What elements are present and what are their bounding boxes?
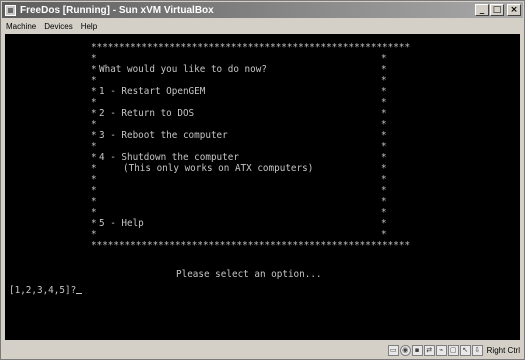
option-reboot: 3 - Reboot the computer — [99, 130, 228, 141]
host-key-label: Right Ctrl — [486, 346, 520, 355]
caption-buttons: _ □ × — [475, 4, 521, 16]
border-left-char: * — [91, 64, 97, 75]
floppy-icon[interactable]: ▪ — [411, 345, 423, 356]
border-right-char: * — [381, 75, 387, 86]
option-shutdown-note: (This only works on ATX computers) — [123, 163, 314, 174]
border-right-char: * — [381, 185, 387, 196]
menu-help[interactable]: Help — [77, 22, 101, 31]
border-right-char: * — [381, 108, 387, 119]
status-bar: ▭ ◉ ▪ ⇄ ⌁ ▢ ↖ ⇩ Right Ctrl — [2, 342, 523, 359]
border-right-char: * — [381, 141, 387, 152]
border-left-char: * — [91, 163, 97, 174]
shared-folder-icon[interactable]: ▢ — [447, 345, 459, 356]
usb-icon[interactable]: ⌁ — [435, 345, 447, 356]
option-return-to-dos: 2 - Return to DOS — [99, 108, 195, 119]
window-title: FreeDos [Running] - Sun xVM VirtualBox — [20, 4, 214, 16]
border-left-char: * — [91, 196, 97, 207]
border-right-char: * — [381, 196, 387, 207]
border-left-char: * — [91, 185, 97, 196]
network-icon[interactable]: ⇄ — [423, 345, 435, 356]
dos-console: ****************************************… — [5, 34, 520, 340]
border-right-char: * — [381, 86, 387, 97]
device-indicators: ▭ ◉ ▪ ⇄ ⌁ ▢ ↖ ⇩ Right Ctrl — [387, 345, 520, 356]
border-right-char: * — [381, 64, 387, 75]
menu-question: What would you like to do now? — [99, 64, 267, 75]
border-right-char: * — [381, 119, 387, 130]
option-restart-opengem: 1 - Restart OpenGEM — [99, 86, 206, 97]
menu-border-bottom: ****************************************… — [91, 240, 411, 251]
border-left-char: * — [91, 119, 97, 130]
menu-border-top: ****************************************… — [91, 42, 411, 53]
border-left-char: * — [91, 174, 97, 185]
border-right-char: * — [381, 207, 387, 218]
border-right-char: * — [381, 152, 387, 163]
choice-prompt: [1,2,3,4,5]? — [9, 285, 77, 296]
maximize-button[interactable]: □ — [490, 4, 504, 16]
border-left-char: * — [91, 229, 97, 240]
border-left-char: * — [91, 152, 97, 163]
hard-disk-icon[interactable]: ▭ — [387, 345, 399, 356]
border-right-char: * — [381, 130, 387, 141]
border-right-char: * — [381, 174, 387, 185]
minimize-button[interactable]: _ — [475, 4, 489, 16]
border-right-char: * — [381, 229, 387, 240]
border-left-char: * — [91, 108, 97, 119]
border-right-char: * — [381, 163, 387, 174]
host-key-icon: ⇩ — [471, 345, 483, 356]
border-right-char: * — [381, 53, 387, 64]
text-cursor — [76, 293, 83, 294]
cd-icon[interactable]: ◉ — [399, 345, 411, 356]
title-bar[interactable]: FreeDos [Running] - Sun xVM VirtualBox _… — [2, 2, 523, 18]
border-left-char: * — [91, 75, 97, 86]
menu-machine[interactable]: Machine — [2, 22, 40, 31]
mouse-integration-icon[interactable]: ↖ — [459, 345, 471, 356]
virtualbox-window: FreeDos [Running] - Sun xVM VirtualBox _… — [0, 0, 525, 360]
border-left-char: * — [91, 86, 97, 97]
border-left-char: * — [91, 141, 97, 152]
menu-devices[interactable]: Devices — [40, 22, 76, 31]
border-left-char: * — [91, 130, 97, 141]
border-left-char: * — [91, 207, 97, 218]
border-left-char: * — [91, 53, 97, 64]
border-left-char: * — [91, 218, 97, 229]
input-line[interactable]: [1,2,3,4,5]? — [9, 285, 83, 296]
border-left-char: * — [91, 97, 97, 108]
select-option-message: Please select an option... — [176, 269, 322, 280]
border-right-char: * — [381, 218, 387, 229]
guest-display[interactable]: ****************************************… — [5, 34, 520, 340]
close-button[interactable]: × — [507, 4, 521, 16]
border-right-char: * — [381, 97, 387, 108]
menu-bar: Machine Devices Help — [2, 19, 523, 33]
option-help: 5 - Help — [99, 218, 144, 229]
option-shutdown: 4 - Shutdown the computer — [99, 152, 239, 163]
virtualbox-app-icon — [5, 4, 16, 16]
